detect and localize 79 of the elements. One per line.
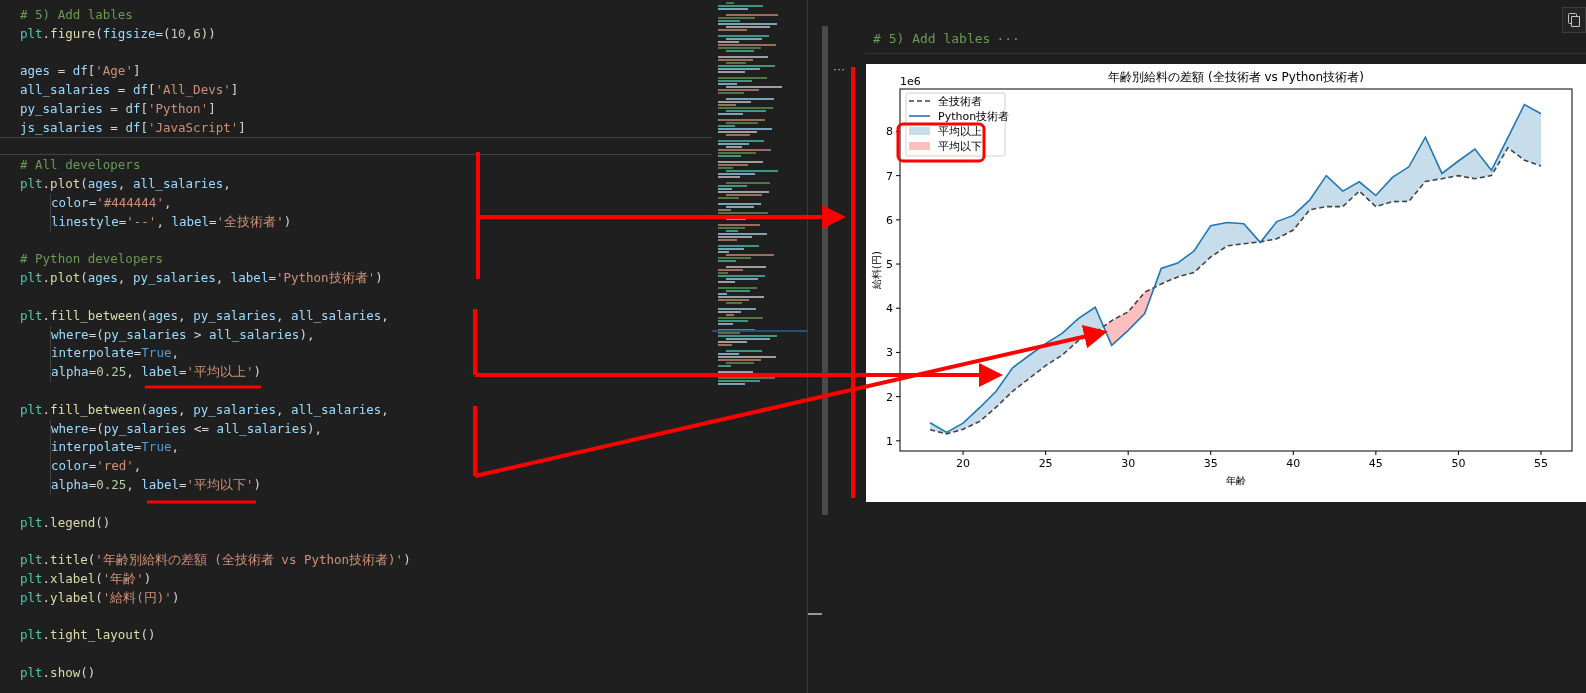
more-actions[interactable]: ··· <box>833 64 866 74</box>
code-line: plt.xlabel('年齢') <box>20 569 152 588</box>
tick-mark <box>1210 450 1212 456</box>
tick-mark <box>895 396 901 398</box>
legend-line <box>908 100 931 102</box>
code-line: all_salaries = df['All_Devs'] <box>20 81 239 100</box>
code-line: ages = df['Age'] <box>20 62 141 81</box>
code-line: alpha=0.25, label='平均以下') <box>50 475 262 495</box>
y-tick-label: 2 <box>886 390 893 404</box>
x-axis-label: 年齢 <box>1226 475 1246 486</box>
x-tick-label: 30 <box>1121 457 1136 470</box>
tick-mark <box>1457 450 1459 456</box>
scrollbar-thumb[interactable] <box>822 26 828 515</box>
y-tick-label: 5 <box>886 258 893 272</box>
x-tick-label: 40 <box>1286 457 1301 470</box>
tick-mark <box>1292 450 1294 456</box>
chart-title: 年齢別給料の差額 (全技術者 vs Python技術者) <box>1108 70 1364 84</box>
code-line: plt.fill_between(ages, py_salaries, all_salaries, <box>20 400 389 419</box>
code-line: plt.fill_between(ages, py_salaries, all_salaries, <box>20 306 389 325</box>
tick-mark <box>895 219 901 221</box>
x-tick-label: 25 <box>1038 457 1053 470</box>
code-line: where=(py_salaries <= all_salaries), <box>50 419 322 439</box>
scroll-position-marker <box>808 613 822 615</box>
tick-mark <box>1045 450 1047 456</box>
tick-mark <box>1540 450 1542 456</box>
x-tick-label: 20 <box>956 457 971 470</box>
y-tick-label: 1 <box>886 434 893 448</box>
y-tick-label: 7 <box>886 169 893 183</box>
code-line: alpha=0.25, label='平均以上') <box>50 363 262 382</box>
code-line: color='red', <box>50 457 142 476</box>
code-comment: # All developers <box>20 156 141 175</box>
legend-label: Python技術者 <box>938 110 1010 123</box>
tick-mark <box>895 351 901 353</box>
bracket-line <box>473 406 477 476</box>
code-line: linestyle='--', label='全技術者') <box>50 212 292 232</box>
code-line: plt.show() <box>20 663 96 682</box>
code-line: plt.ylabel('給料(円)') <box>20 588 180 607</box>
collapsed-indicator[interactable]: ··· <box>996 30 1020 48</box>
code-line: plt.title('年齢別給料の差額 (全技術者 vs Python技術者)') <box>20 551 411 570</box>
tick-mark <box>895 263 901 265</box>
copy-icon <box>1568 13 1580 27</box>
code-line: plt.figure(figsize=(10,6)) <box>20 24 216 43</box>
x-tick-label: 55 <box>1533 457 1548 470</box>
y-tick-label: 8 <box>886 125 893 139</box>
code-line: js_salaries = df['JavaScript'] <box>20 118 246 137</box>
code-line: plt.tight_layout() <box>20 626 156 645</box>
axis-offset-label: 1e6 <box>900 75 921 88</box>
code-comment: # 5) Add lables <box>20 6 133 24</box>
tick-mark <box>1127 450 1129 456</box>
y-tick-label: 4 <box>886 302 893 316</box>
legend-label: 平均以上 <box>938 125 982 138</box>
legend-patch <box>909 127 930 135</box>
code-comment: # Python developers <box>20 250 163 269</box>
code-line: py_salaries = df['Python'] <box>20 100 216 118</box>
code-line: color='#444444', <box>50 193 172 213</box>
y-axis-label: 給料(円) <box>871 251 882 289</box>
tick-mark <box>895 307 901 309</box>
tick-mark <box>895 175 901 177</box>
cell-header: # 5) Add lables <box>873 30 991 48</box>
x-tick-label: 50 <box>1451 457 1466 470</box>
tick-mark <box>1375 450 1377 456</box>
tick-mark <box>895 440 901 442</box>
copy-button[interactable] <box>1562 7 1586 33</box>
code-line: where=(py_salaries > all_salaries), <box>50 325 315 345</box>
legend-line <box>908 115 931 117</box>
legend-label: 全技術者 <box>938 95 982 108</box>
y-tick-label: 6 <box>886 213 893 227</box>
code-line: interpolate=True, <box>50 438 179 458</box>
legend-patch <box>909 142 930 150</box>
code-line: plt.legend() <box>20 513 111 532</box>
code-line: plt.plot(ages, all_salaries, <box>20 175 231 194</box>
x-tick-label: 45 <box>1368 457 1383 470</box>
y-tick-label: 3 <box>886 346 893 360</box>
legend-label: 平均以下 <box>938 140 982 153</box>
x-tick-label: 35 <box>1203 457 1218 470</box>
bracket-line <box>473 309 477 375</box>
tick-mark <box>962 450 964 456</box>
code-line: plt.plot(ages, py_salaries, label='Python技術者') <box>20 269 383 288</box>
code-line: interpolate=True, <box>50 344 179 364</box>
